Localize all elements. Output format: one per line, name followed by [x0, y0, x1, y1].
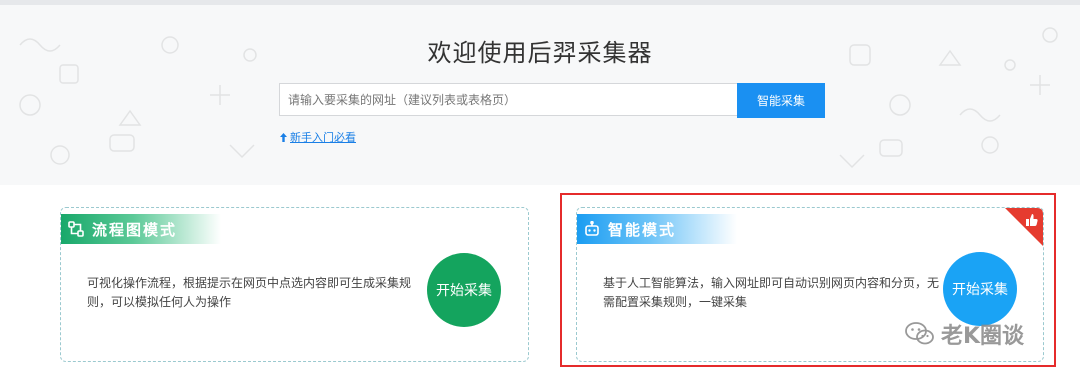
card-description: 可视化操作流程，根据提示在网页中点选内容即可生成采集规则，可以模拟任何人为操作: [87, 276, 412, 309]
card-title-tag: 流程图模式: [61, 214, 221, 244]
url-search-bar: 智能采集: [279, 83, 825, 118]
newbie-guide-label: 新手入门必看: [290, 131, 356, 144]
mode-selection: 流程图模式 可视化操作流程，根据提示在网页中点选内容即可生成采集规则，可以模拟任…: [0, 185, 1080, 382]
up-arrow-icon: [280, 133, 287, 142]
page-title: 欢迎使用后羿采集器: [427, 39, 653, 67]
watermark-text: 老K圈谈: [941, 324, 1025, 349]
flowchart-mode-card[interactable]: 流程图模式 可视化操作流程，根据提示在网页中点选内容即可生成采集规则，可以模拟任…: [60, 207, 529, 362]
url-input[interactable]: [279, 83, 737, 116]
smart-collect-button[interactable]: 智能采集: [737, 83, 825, 118]
watermark: 老K圈谈: [905, 318, 1024, 350]
newbie-guide-link[interactable]: 新手入门必看: [280, 129, 356, 145]
flowchart-icon: [68, 221, 84, 237]
card-title: 流程图模式: [92, 220, 178, 239]
start-collect-button[interactable]: 开始采集: [427, 253, 501, 327]
hero-section: 欢迎使用后羿采集器 智能采集 新手入门必看: [0, 5, 1080, 185]
wechat-icon: [905, 322, 934, 345]
